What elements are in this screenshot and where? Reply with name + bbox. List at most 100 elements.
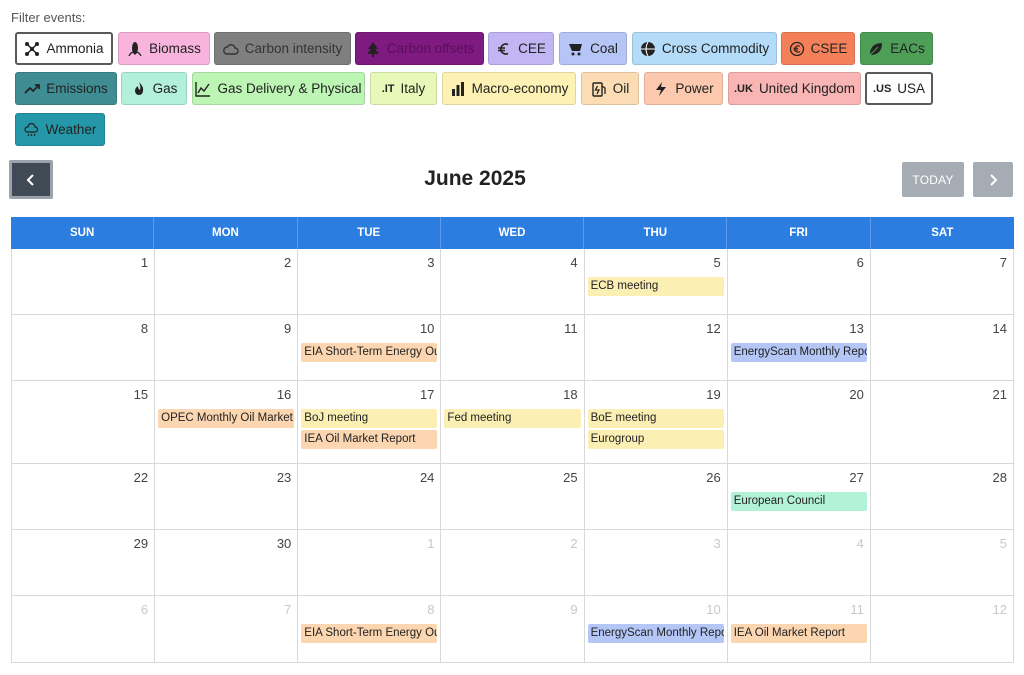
day-cell[interactable]: 18 Fed meeting — [441, 381, 585, 463]
day-cell[interactable]: 5 — [871, 530, 1014, 595]
day-cell[interactable]: 1 — [12, 249, 156, 314]
day-events: ECB meeting — [585, 277, 727, 298]
day-cell[interactable]: 11 IEA Oil Market Report — [728, 596, 871, 662]
day-cell[interactable]: 29 — [12, 530, 156, 595]
filter-chip-cross-commodity[interactable]: Cross Commodity — [632, 32, 777, 65]
day-cell[interactable]: 21 — [871, 381, 1014, 463]
day-cell[interactable]: 12 — [585, 315, 728, 380]
day-cell[interactable]: 2 — [441, 530, 585, 595]
calendar-event[interactable]: OPEC Monthly Oil Market Report — [158, 409, 295, 428]
day-number: 16 — [276, 387, 292, 402]
calendar-event[interactable]: BoE meeting — [587, 409, 724, 428]
filter-chip-power[interactable]: Power — [644, 72, 723, 105]
day-events: BoE meeting Eurogroup — [585, 409, 727, 451]
day-number: 12 — [992, 602, 1007, 617]
calendar-event[interactable]: EnergyScan Monthly Report — [730, 343, 867, 362]
day-cell[interactable]: 15 — [12, 381, 156, 463]
filter-chip-carbon-intensity[interactable]: Carbon intensity — [214, 32, 351, 65]
day-cell[interactable]: 30 — [155, 530, 299, 595]
filter-chip-csee[interactable]: CSEE — [781, 32, 855, 65]
day-cell[interactable]: 10 EnergyScan Monthly Report — [585, 596, 728, 662]
filter-chip-ammonia[interactable]: Ammonia — [15, 32, 113, 65]
calendar-event[interactable]: EIA Short-Term Energy Outlook — [301, 624, 438, 643]
filter-chip-gas[interactable]: Gas — [121, 72, 187, 105]
filter-chip-macro-economy[interactable]: Macro-economy — [442, 72, 576, 105]
corn-icon — [127, 41, 143, 57]
day-cell[interactable]: 1 — [298, 530, 442, 595]
weekday-sat: SAT — [931, 227, 954, 239]
day-cell[interactable]: 24 — [298, 464, 442, 529]
day-cell[interactable]: 11 — [441, 315, 585, 380]
day-cell[interactable]: 7 — [155, 596, 299, 662]
filter-chip-cee[interactable]: CEE — [488, 32, 554, 65]
day-cell[interactable]: 6 — [12, 596, 156, 662]
day-cell[interactable]: 23 — [155, 464, 299, 529]
filter-chip-italy[interactable]: .IT Italy — [370, 72, 437, 105]
day-cell[interactable]: 12 — [871, 596, 1014, 662]
day-cell[interactable]: 5 ECB meeting — [585, 249, 728, 314]
calendar-event[interactable]: EnergyScan Monthly Report — [587, 624, 724, 643]
cart-icon — [568, 41, 584, 57]
bolt-icon — [653, 81, 669, 97]
line-chart-icon — [195, 81, 211, 97]
filter-chip-emissions[interactable]: Emissions — [15, 72, 117, 105]
day-cell[interactable]: 13 EnergyScan Monthly Report — [728, 315, 871, 380]
day-cell[interactable]: 8 EIA Short-Term Energy Outlook — [298, 596, 442, 662]
filter-chip-label: Carbon offsets — [386, 41, 475, 56]
day-cell[interactable]: 20 — [728, 381, 871, 463]
filter-chip-usa[interactable]: .US USA — [865, 72, 933, 105]
filter-chip-eacs[interactable]: EACs — [860, 32, 933, 65]
filter-chip-weather[interactable]: Weather — [15, 113, 105, 146]
day-number: 14 — [992, 321, 1007, 336]
filter-chip-coal[interactable]: Coal — [559, 32, 627, 65]
filter-chip-label: Emissions — [46, 81, 108, 96]
day-cell[interactable]: 9 — [155, 315, 299, 380]
day-cell[interactable]: 14 — [871, 315, 1014, 380]
calendar-event[interactable]: IEA Oil Market Report — [301, 430, 438, 449]
calendar-event[interactable]: European Council — [730, 492, 867, 511]
day-cell[interactable]: 4 — [728, 530, 871, 595]
filter-chip-biomass[interactable]: Biomass — [118, 32, 210, 65]
filter-chip-united-kingdom[interactable]: .UK United Kingdom — [728, 72, 861, 105]
day-cell[interactable]: 9 — [441, 596, 585, 662]
day-cell[interactable]: 2 — [155, 249, 299, 314]
day-cell[interactable]: 8 — [12, 315, 156, 380]
day-number: 3 — [713, 536, 721, 551]
day-cell[interactable]: 3 — [585, 530, 728, 595]
filter-chip-label: Ammonia — [46, 41, 104, 56]
day-cell[interactable]: 26 — [585, 464, 728, 529]
day-cell[interactable]: 27 European Council — [728, 464, 871, 529]
day-cell[interactable]: 28 — [871, 464, 1014, 529]
calendar-event[interactable]: Fed meeting — [444, 409, 581, 428]
trend-up-icon — [24, 81, 41, 97]
day-cell[interactable]: 22 — [12, 464, 156, 529]
flame-icon — [131, 81, 147, 97]
filter-chip-label: CSEE — [810, 41, 848, 56]
day-cell[interactable]: 6 — [728, 249, 871, 314]
day-cell[interactable]: 4 — [441, 249, 585, 314]
day-cell[interactable]: 19 BoE meeting Eurogroup — [585, 381, 728, 463]
day-cell[interactable]: 7 — [871, 249, 1014, 314]
day-number: 26 — [706, 470, 721, 485]
calendar-event[interactable]: EIA Short-Term Energy Outlook — [301, 343, 438, 362]
day-number: 10 — [419, 321, 435, 336]
day-number: 23 — [276, 470, 292, 485]
calendar-event[interactable]: Eurogroup — [587, 430, 724, 449]
day-cell[interactable]: 25 — [441, 464, 585, 529]
filter-chip-oil[interactable]: Oil — [581, 72, 639, 105]
calendar-event[interactable]: ECB meeting — [587, 277, 724, 296]
day-cell[interactable]: 16 OPEC Monthly Oil Market Report — [155, 381, 299, 463]
day-number: 28 — [992, 470, 1007, 485]
calendar-event[interactable]: BoJ meeting — [301, 409, 438, 428]
filter-chip-carbon-offsets[interactable]: Carbon offsets — [355, 32, 484, 65]
day-number: 8 — [140, 321, 149, 336]
day-number: 2 — [284, 255, 292, 270]
next-month-button[interactable] — [973, 162, 1013, 197]
day-number: 5 — [999, 536, 1007, 551]
day-cell[interactable]: 3 — [298, 249, 442, 314]
filter-chip-gas-delivery-physical[interactable]: Gas Delivery & Physical — [192, 72, 365, 105]
day-cell[interactable]: 17 BoJ meeting IEA Oil Market Report — [298, 381, 442, 463]
calendar-event[interactable]: IEA Oil Market Report — [730, 624, 867, 643]
today-button[interactable]: TODAY — [902, 162, 964, 197]
day-cell[interactable]: 10 EIA Short-Term Energy Outlook — [298, 315, 442, 380]
